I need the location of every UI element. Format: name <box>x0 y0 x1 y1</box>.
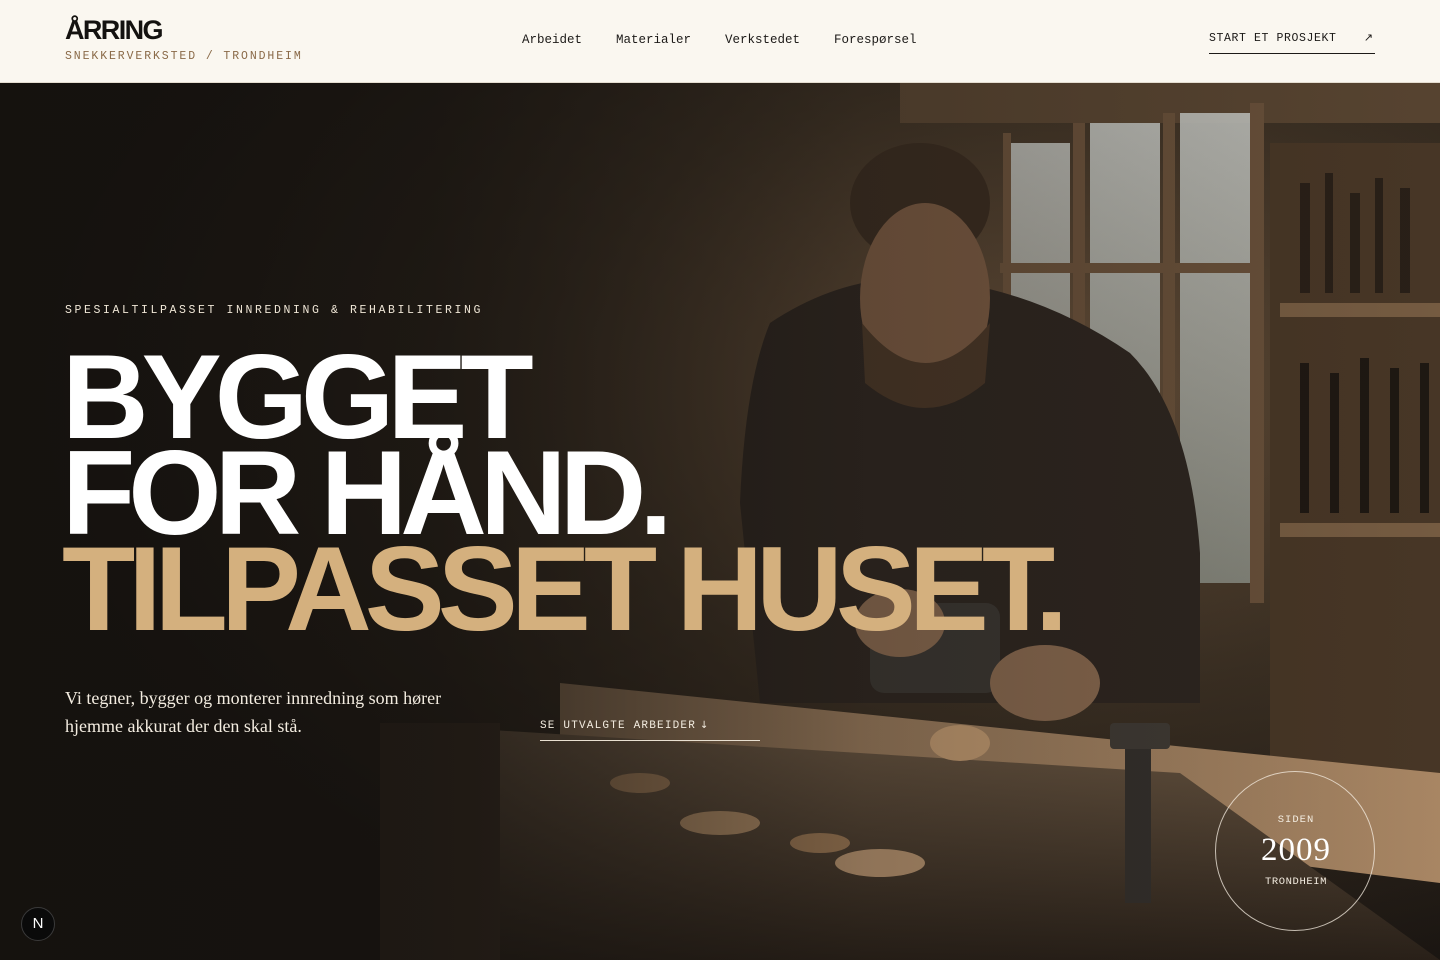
hero-section: SPESIALTILPASSET INNREDNING & REHABILITE… <box>0 83 1440 960</box>
dev-tools-badge[interactable]: N <box>21 907 55 941</box>
since-badge: SIDEN 2009 TRONDHEIM <box>1215 771 1375 931</box>
brand-subtitle: SNEKKERVERKSTED / TRONDHEIM <box>65 50 303 63</box>
hero-headline: BYGGET FOR HÅND. TILPASSET HUSET. <box>62 337 1068 656</box>
site-header: ÅRRING SNEKKERVERKSTED / TRONDHEIM Arbei… <box>0 0 1440 83</box>
start-project-button[interactable]: START ET PROSJEKT ↗ <box>1209 30 1375 54</box>
nav-item-verkstedet[interactable]: Verkstedet <box>725 33 800 47</box>
badge-label-bottom: TRONDHEIM <box>1264 876 1328 888</box>
brand-name: ÅRRING <box>65 15 164 45</box>
selected-works-link[interactable]: SE UTVALGTE ARBEIDER ↓ <box>540 715 760 741</box>
main-nav: Arbeidet Materialer Verkstedet Forespørs… <box>522 33 951 47</box>
headline-line-3: TILPASSET HUSET. <box>62 522 1068 656</box>
selected-works-label: SE UTVALGTE ARBEIDER <box>540 720 697 732</box>
hero-eyebrow: SPESIALTILPASSET INNREDNING & REHABILITE… <box>65 304 484 317</box>
arrow-down-icon: ↓ <box>700 720 709 731</box>
badge-label-top: SIDEN <box>1277 814 1315 826</box>
badge-year: 2009 <box>1261 832 1331 868</box>
hero-lead-text: Vi tegner, bygger og monterer innredning… <box>65 688 442 736</box>
nav-item-materialer[interactable]: Materialer <box>616 33 691 47</box>
arrow-up-right-icon: ↗ <box>1363 31 1373 44</box>
nav-item-arbeidet[interactable]: Arbeidet <box>522 33 582 47</box>
nav-item-foresporsel[interactable]: Forespørsel <box>834 33 917 47</box>
start-project-label: START ET PROSJEKT <box>1209 32 1337 45</box>
brand-logo[interactable]: ÅRRING SNEKKERVERKSTED / TRONDHEIM <box>65 14 303 63</box>
